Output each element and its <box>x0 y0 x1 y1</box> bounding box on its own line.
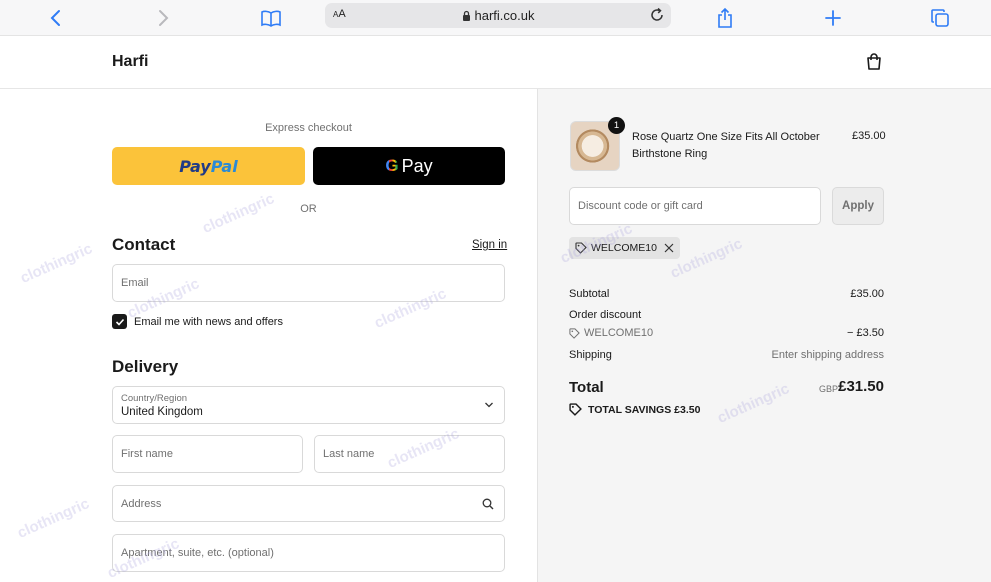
quantity-badge: 1 <box>608 117 625 134</box>
newsletter-row: Email me with news and offers <box>112 314 283 329</box>
contact-title: Contact <box>112 235 176 254</box>
product-price: £35.00 <box>852 130 886 142</box>
address-placeholder: Address <box>121 497 162 510</box>
applied-code-label: WELCOME10 <box>591 242 657 254</box>
browser-toolbar: AA harfi.co.uk <box>0 0 991 36</box>
newsletter-label: Email me with news and offers <box>134 315 283 328</box>
discount-placeholder: Discount code or gift card <box>578 200 703 212</box>
apartment-field[interactable]: Apartment, suite, etc. (optional) <box>112 534 505 572</box>
paypal-button[interactable]: Pay Pal <box>112 147 305 185</box>
first-name-placeholder: First name <box>121 448 173 460</box>
new-tab-icon[interactable] <box>819 4 847 32</box>
chevron-down-icon <box>485 402 493 408</box>
discount-code-row: WELCOME10 − £3.50 <box>569 327 884 342</box>
reload-icon[interactable] <box>649 7 665 23</box>
country-select[interactable]: Country/Region United Kingdom <box>112 386 505 424</box>
store-logo[interactable]: Harfi <box>112 53 148 71</box>
paypal-logo-pay: Pay <box>179 156 211 176</box>
tabs-overview-icon[interactable] <box>926 4 954 32</box>
bookmarks-icon[interactable] <box>257 4 285 32</box>
checkmark-icon <box>115 318 124 326</box>
store-header: Harfi <box>0 36 991 89</box>
email-placeholder: Email <box>121 277 149 289</box>
discount-code-input[interactable]: Discount code or gift card <box>569 187 821 225</box>
total-currency: GBP <box>819 384 839 394</box>
email-field[interactable]: Email <box>112 264 505 302</box>
sign-in-link[interactable]: Sign in <box>472 239 507 251</box>
express-checkout-label: Express checkout <box>265 122 352 134</box>
watermark: clothingric <box>17 240 95 287</box>
delivery-title: Delivery <box>112 357 179 376</box>
apply-discount-button[interactable]: Apply <box>832 187 884 225</box>
google-pay-button[interactable]: G Pay <box>313 147 505 185</box>
apartment-placeholder: Apartment, suite, etc. (optional) <box>121 547 274 559</box>
back-icon[interactable] <box>42 4 70 32</box>
shipping-label: Shipping <box>569 349 612 361</box>
subtotal-row: Subtotal £35.00 <box>569 288 884 300</box>
subtotal-label: Subtotal <box>569 288 610 300</box>
paypal-logo-pal: Pal <box>210 156 238 176</box>
lock-icon <box>462 10 470 21</box>
google-g-icon: G <box>385 156 399 175</box>
last-name-placeholder: Last name <box>323 448 375 460</box>
tag-icon <box>569 327 580 339</box>
share-icon[interactable] <box>711 4 739 32</box>
country-value: United Kingdom <box>121 406 203 418</box>
product-name: Rose Quartz One Size Fits All October Bi… <box>632 131 820 160</box>
order-discount-label: Order discount <box>569 309 642 321</box>
search-icon <box>482 498 494 509</box>
last-name-field[interactable]: Last name <box>314 435 505 473</box>
total-savings: TOTAL SAVINGS £3.50 <box>569 403 700 416</box>
savings-value: £3.50 <box>674 403 701 416</box>
newsletter-checkbox[interactable] <box>112 314 127 329</box>
savings-label: TOTAL SAVINGS <box>588 403 672 416</box>
url-text: harfi.co.uk <box>474 8 535 23</box>
address-field[interactable]: Address <box>112 485 505 522</box>
order-discount-row: Order discount <box>569 309 884 321</box>
discount-code-label: WELCOME10 <box>584 327 654 339</box>
total-label: Total <box>569 379 604 396</box>
discount-value: − £3.50 <box>846 327 884 339</box>
subtotal-value: £35.00 <box>850 288 884 300</box>
remove-code-icon[interactable] <box>664 243 674 253</box>
shipping-row: Shipping Enter shipping address <box>569 349 884 361</box>
shopping-bag-icon[interactable] <box>865 52 883 71</box>
tag-icon <box>569 403 582 416</box>
or-divider: OR <box>300 203 317 215</box>
forward-icon[interactable] <box>149 4 177 32</box>
watermark: clothingric <box>14 495 92 542</box>
shipping-value: Enter shipping address <box>771 349 884 361</box>
google-pay-label: Pay <box>401 155 433 176</box>
country-label: Country/Region <box>121 393 188 404</box>
applied-discount-tag: WELCOME10 <box>569 237 680 259</box>
first-name-field[interactable]: First name <box>112 435 303 473</box>
address-bar[interactable]: AA harfi.co.uk <box>325 3 671 28</box>
tag-icon <box>575 242 587 254</box>
total-value: £31.50 <box>838 378 884 395</box>
